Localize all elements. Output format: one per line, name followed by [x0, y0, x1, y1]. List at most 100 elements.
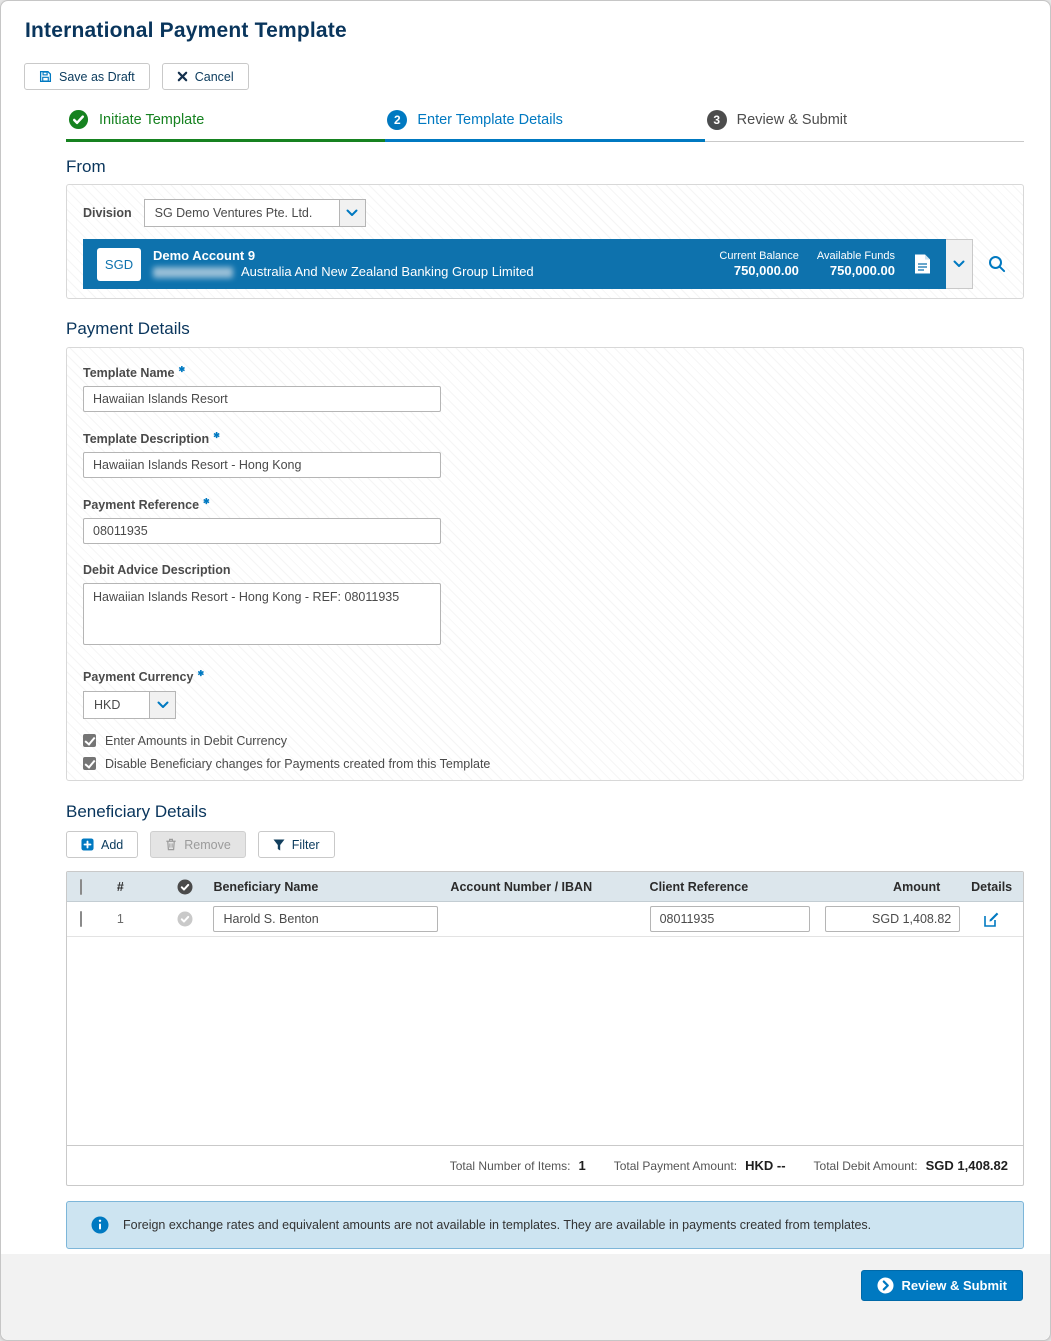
division-select[interactable]: SG Demo Ventures Pte. Ltd.	[144, 199, 366, 227]
disable-beneficiary-checkbox-label: Disable Beneficiary changes for Payments…	[105, 757, 490, 771]
beneficiary-name-input[interactable]	[213, 906, 438, 932]
division-row: Division SG Demo Ventures Pte. Ltd.	[83, 199, 1007, 227]
check-circle-icon	[177, 911, 193, 927]
beneficiary-table: # Beneficiary Name Account Number / IBAN…	[66, 871, 1024, 1186]
total-debit-amount: Total Debit Amount: SGD 1,408.82	[814, 1158, 1008, 1173]
select-all-checkbox[interactable]	[80, 879, 82, 895]
account-balances: Current Balance 750,000.00 Available Fun…	[719, 249, 932, 279]
current-balance: Current Balance 750,000.00	[719, 249, 799, 279]
info-banner: Foreign exchange rates and equivalent am…	[66, 1201, 1024, 1249]
header-beneficiary-name: Beneficiary Name	[213, 880, 448, 894]
total-debit-label: Total Debit Amount:	[814, 1159, 918, 1173]
table-totals-bar: Total Number of Items: 1 Total Payment A…	[67, 1145, 1023, 1185]
row-details-cell	[960, 911, 1023, 928]
total-payment-label: Total Payment Amount:	[614, 1159, 737, 1173]
filter-funnel-icon	[273, 839, 285, 851]
debit-currency-checkbox-row: Enter Amounts in Debit Currency	[83, 734, 1007, 748]
review-submit-button[interactable]: Review & Submit	[861, 1270, 1023, 1301]
step-label: Initiate Template	[99, 109, 204, 131]
top-toolbar: Save as Draft Cancel	[24, 63, 1050, 90]
row-select-cell	[67, 912, 107, 926]
step-review-submit[interactable]: 3 Review & Submit	[705, 109, 1024, 142]
division-dropdown-button[interactable]	[339, 199, 366, 227]
payment-reference-input[interactable]	[83, 518, 441, 544]
info-icon	[91, 1216, 109, 1234]
disable-beneficiary-checkbox[interactable]	[83, 757, 96, 770]
trash-icon	[165, 838, 177, 851]
header-client-reference: Client Reference	[650, 880, 819, 894]
beneficiary-details-heading: Beneficiary Details	[66, 802, 1024, 822]
chevron-down-icon	[346, 209, 358, 217]
chevron-down-icon	[157, 701, 169, 709]
payment-currency-select[interactable]: HKD	[83, 691, 176, 719]
add-beneficiary-button[interactable]: Add	[66, 831, 138, 858]
remove-beneficiary-button[interactable]: Remove	[150, 831, 246, 858]
add-label: Add	[101, 838, 123, 852]
search-icon	[987, 254, 1007, 274]
available-funds: Available Funds 750,000.00	[817, 249, 895, 279]
review-submit-label: Review & Submit	[902, 1278, 1007, 1293]
debit-advice-textarea[interactable]: Hawaiian Islands Resort - Hong Kong - RE…	[83, 583, 441, 645]
template-description-input[interactable]	[83, 452, 441, 478]
available-funds-label: Available Funds	[817, 249, 895, 263]
template-description-group: Template Description	[83, 431, 1007, 478]
disable-beneficiary-checkbox-row: Disable Beneficiary changes for Payments…	[83, 757, 1007, 771]
header-number: #	[107, 880, 157, 894]
debit-currency-checkbox-label: Enter Amounts in Debit Currency	[105, 734, 287, 748]
account-search-button[interactable]	[987, 254, 1007, 274]
payment-reference-label: Payment Reference	[83, 497, 1007, 512]
row-number: 1	[107, 912, 157, 926]
payment-currency-label: Payment Currency	[83, 669, 1007, 684]
current-balance-value: 750,000.00	[719, 263, 799, 279]
total-items-value: 1	[578, 1158, 585, 1173]
amount-input[interactable]	[825, 906, 960, 932]
from-section-heading: From	[66, 157, 1024, 177]
step-initiate-template[interactable]: Initiate Template	[66, 109, 385, 142]
template-name-group: Template Name	[83, 365, 1007, 412]
beneficiary-toolbar: Add Remove Filter	[66, 831, 1050, 858]
current-balance-label: Current Balance	[719, 249, 799, 263]
save-as-draft-label: Save as Draft	[59, 70, 135, 84]
template-description-label: Template Description	[83, 431, 1007, 446]
row-checkbox[interactable]	[80, 911, 82, 927]
from-panel: Division SG Demo Ventures Pte. Ltd. SGD …	[66, 184, 1024, 299]
payment-currency-group: Payment Currency HKD	[83, 669, 1007, 718]
save-as-draft-button[interactable]: Save as Draft	[24, 63, 150, 90]
remove-label: Remove	[184, 838, 231, 852]
debit-advice-label: Debit Advice Description	[83, 563, 1007, 577]
total-payment-amount: Total Payment Amount: HKD --	[614, 1158, 786, 1173]
header-amount: Amount	[819, 880, 960, 894]
total-payment-value: HKD --	[745, 1158, 785, 1173]
account-row: SGD Demo Account 9 Australia And New Zea…	[83, 239, 1007, 289]
document-icon[interactable]	[913, 253, 932, 275]
available-funds-value: 750,000.00	[817, 263, 895, 279]
filter-label: Filter	[292, 838, 320, 852]
payment-currency-dropdown-button[interactable]	[149, 691, 176, 719]
edit-icon[interactable]	[983, 911, 1000, 928]
selected-account-card[interactable]: SGD Demo Account 9 Australia And New Zea…	[83, 239, 946, 289]
client-reference-input[interactable]	[650, 906, 810, 932]
beneficiary-row: 1	[67, 902, 1023, 937]
total-items-label: Total Number of Items:	[450, 1159, 571, 1173]
division-selected-value: SG Demo Ventures Pte. Ltd.	[144, 199, 339, 227]
international-payment-template-page: International Payment Template Save as D…	[0, 0, 1051, 1341]
account-subline: Australia And New Zealand Banking Group …	[153, 264, 534, 280]
template-name-input[interactable]	[83, 386, 441, 412]
close-icon	[177, 71, 188, 82]
account-expand-button[interactable]	[946, 239, 973, 289]
step-enter-template-details[interactable]: 2 Enter Template Details	[385, 109, 704, 142]
row-amount-cell	[819, 906, 960, 932]
step-label: Review & Submit	[737, 109, 847, 131]
chevron-down-icon	[953, 260, 965, 268]
debit-advice-group: Debit Advice Description Hawaiian Island…	[83, 563, 1007, 650]
row-client-ref-cell	[650, 906, 819, 932]
page-title: International Payment Template	[25, 19, 1026, 43]
table-empty-area	[67, 937, 1023, 1145]
filter-button[interactable]: Filter	[258, 831, 335, 858]
debit-currency-checkbox[interactable]	[83, 734, 96, 747]
cancel-button[interactable]: Cancel	[162, 63, 249, 90]
page-header: International Payment Template	[1, 1, 1050, 43]
header-valid-cell	[157, 879, 214, 895]
account-number-redacted	[153, 267, 233, 278]
arrow-circle-right-icon	[877, 1277, 894, 1294]
